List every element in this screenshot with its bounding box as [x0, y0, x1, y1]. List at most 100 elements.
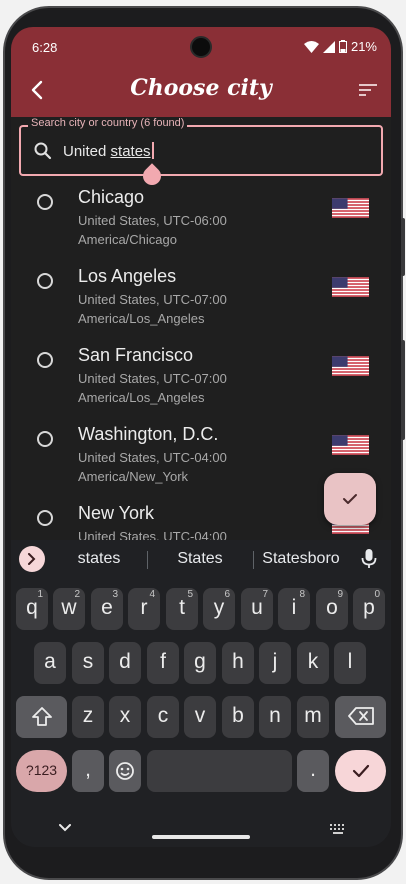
key-q[interactable]: 1q — [16, 588, 48, 630]
key-m[interactable]: m — [297, 696, 329, 738]
radio-button[interactable] — [37, 273, 53, 289]
key-hint: 9 — [337, 589, 343, 600]
space-key[interactable] — [147, 750, 292, 792]
city-country-offset: United States, UTC-04:00 — [78, 450, 227, 465]
city-name: New York — [78, 503, 155, 523]
key-a[interactable]: a — [34, 642, 66, 684]
screen: 6:28 21% Choose city Search city or coun… — [11, 27, 391, 847]
emoji-key[interactable] — [109, 750, 141, 792]
key-j[interactable]: j — [259, 642, 291, 684]
key-e[interactable]: 3e — [91, 588, 123, 630]
radio-button[interactable] — [37, 431, 53, 447]
city-name: Los Angeles — [78, 266, 177, 286]
search-text-composing: states — [110, 143, 151, 160]
radio-button[interactable] — [37, 194, 53, 210]
volume-button — [401, 340, 405, 440]
radio-button[interactable] — [37, 510, 53, 526]
key-c[interactable]: c — [147, 696, 179, 738]
shift-key[interactable] — [16, 696, 67, 738]
key-h[interactable]: h — [222, 642, 254, 684]
period-key[interactable]: . — [297, 750, 329, 792]
suggestion-3[interactable]: Statesboro — [255, 550, 347, 568]
hide-keyboard-icon[interactable] — [59, 824, 71, 832]
key-f[interactable]: f — [147, 642, 179, 684]
signal-icon — [322, 40, 335, 53]
key-v[interactable]: v — [184, 696, 216, 738]
suggestion-expand-button[interactable] — [19, 546, 45, 572]
key-label: e — [101, 596, 113, 619]
key-s[interactable]: s — [72, 642, 104, 684]
search-label: Search city or country (6 found) — [28, 117, 188, 129]
city-name: San Francisco — [78, 345, 194, 365]
symbols-key[interactable]: ?123 — [16, 750, 67, 792]
key-label: q — [26, 596, 38, 619]
key-o[interactable]: 9o — [316, 588, 348, 630]
city-timezone: America/Los_Angeles — [78, 390, 205, 405]
status-time: 6:28 — [32, 40, 58, 55]
text-cursor — [151, 142, 154, 159]
check-icon — [343, 494, 357, 504]
key-w[interactable]: 2w — [53, 588, 85, 630]
key-hint: 8 — [299, 589, 305, 600]
key-l[interactable]: l — [334, 642, 366, 684]
chevron-right-icon — [28, 553, 36, 565]
city-country-offset: United States, UTC-07:00 — [78, 371, 227, 386]
status-icons: 21% — [303, 39, 377, 54]
search-input[interactable]: United states — [63, 142, 154, 160]
key-label: i — [291, 596, 297, 619]
backspace-icon — [347, 707, 374, 725]
key-label: u — [251, 596, 263, 619]
mic-icon[interactable] — [361, 548, 377, 570]
key-hint: 3 — [112, 589, 118, 600]
device: 6:28 21% Choose city Search city or coun… — [0, 0, 406, 884]
radio-button[interactable] — [37, 352, 53, 368]
comma-key[interactable]: , — [72, 750, 104, 792]
list-item[interactable]: Los Angeles United States, UTC-07:00 Ame… — [11, 264, 391, 343]
list-item[interactable]: Chicago United States, UTC-06:00 America… — [11, 185, 391, 264]
key-hint: 5 — [187, 589, 193, 600]
key-n[interactable]: n — [259, 696, 291, 738]
key-z[interactable]: z — [72, 696, 104, 738]
key-d[interactable]: d — [109, 642, 141, 684]
home-indicator[interactable] — [152, 835, 250, 839]
key-hint: 7 — [262, 589, 268, 600]
keyboard-icon[interactable] — [329, 823, 347, 835]
key-u[interactable]: 7u — [241, 588, 273, 630]
key-t[interactable]: 5t — [166, 588, 198, 630]
key-hint: 6 — [224, 589, 230, 600]
battery-icon — [338, 40, 347, 53]
city-timezone: America/New_York — [78, 469, 189, 484]
key-x[interactable]: x — [109, 696, 141, 738]
key-k[interactable]: k — [297, 642, 329, 684]
search-field[interactable]: Search city or country (6 found) United … — [19, 117, 383, 176]
key-label: t — [179, 596, 185, 619]
key-p[interactable]: 0p — [353, 588, 385, 630]
city-timezone: America/Los_Angeles — [78, 311, 205, 326]
us-flag-icon — [332, 277, 369, 297]
us-flag-icon — [332, 435, 369, 455]
suggestion-strip: states States Statesboro — [11, 540, 391, 578]
key-y[interactable]: 6y — [203, 588, 235, 630]
city-country-offset: United States, UTC-06:00 — [78, 213, 227, 228]
key-g[interactable]: g — [184, 642, 216, 684]
key-b[interactable]: b — [222, 696, 254, 738]
suggestion-1[interactable]: states — [55, 550, 143, 568]
camera-cutout — [190, 36, 212, 58]
list-item[interactable]: San Francisco United States, UTC-07:00 A… — [11, 343, 391, 422]
keyboard: states States Statesboro 1q 2w 3e 4r 5t … — [11, 540, 391, 847]
us-flag-icon — [332, 198, 369, 218]
confirm-fab[interactable] — [324, 473, 376, 525]
key-hint: 1 — [37, 589, 43, 600]
suggestion-divider — [147, 551, 148, 569]
key-r[interactable]: 4r — [128, 588, 160, 630]
us-flag-icon — [332, 356, 369, 376]
wifi-icon — [303, 40, 319, 53]
suggestion-2[interactable]: States — [153, 550, 247, 568]
enter-key[interactable] — [335, 750, 386, 792]
sort-button[interactable] — [357, 81, 379, 99]
key-hint: 4 — [149, 589, 155, 600]
key-i[interactable]: 8i — [278, 588, 310, 630]
backspace-key[interactable] — [335, 696, 386, 738]
app-bar: 6:28 21% Choose city — [11, 27, 391, 117]
key-label: y — [213, 596, 225, 619]
